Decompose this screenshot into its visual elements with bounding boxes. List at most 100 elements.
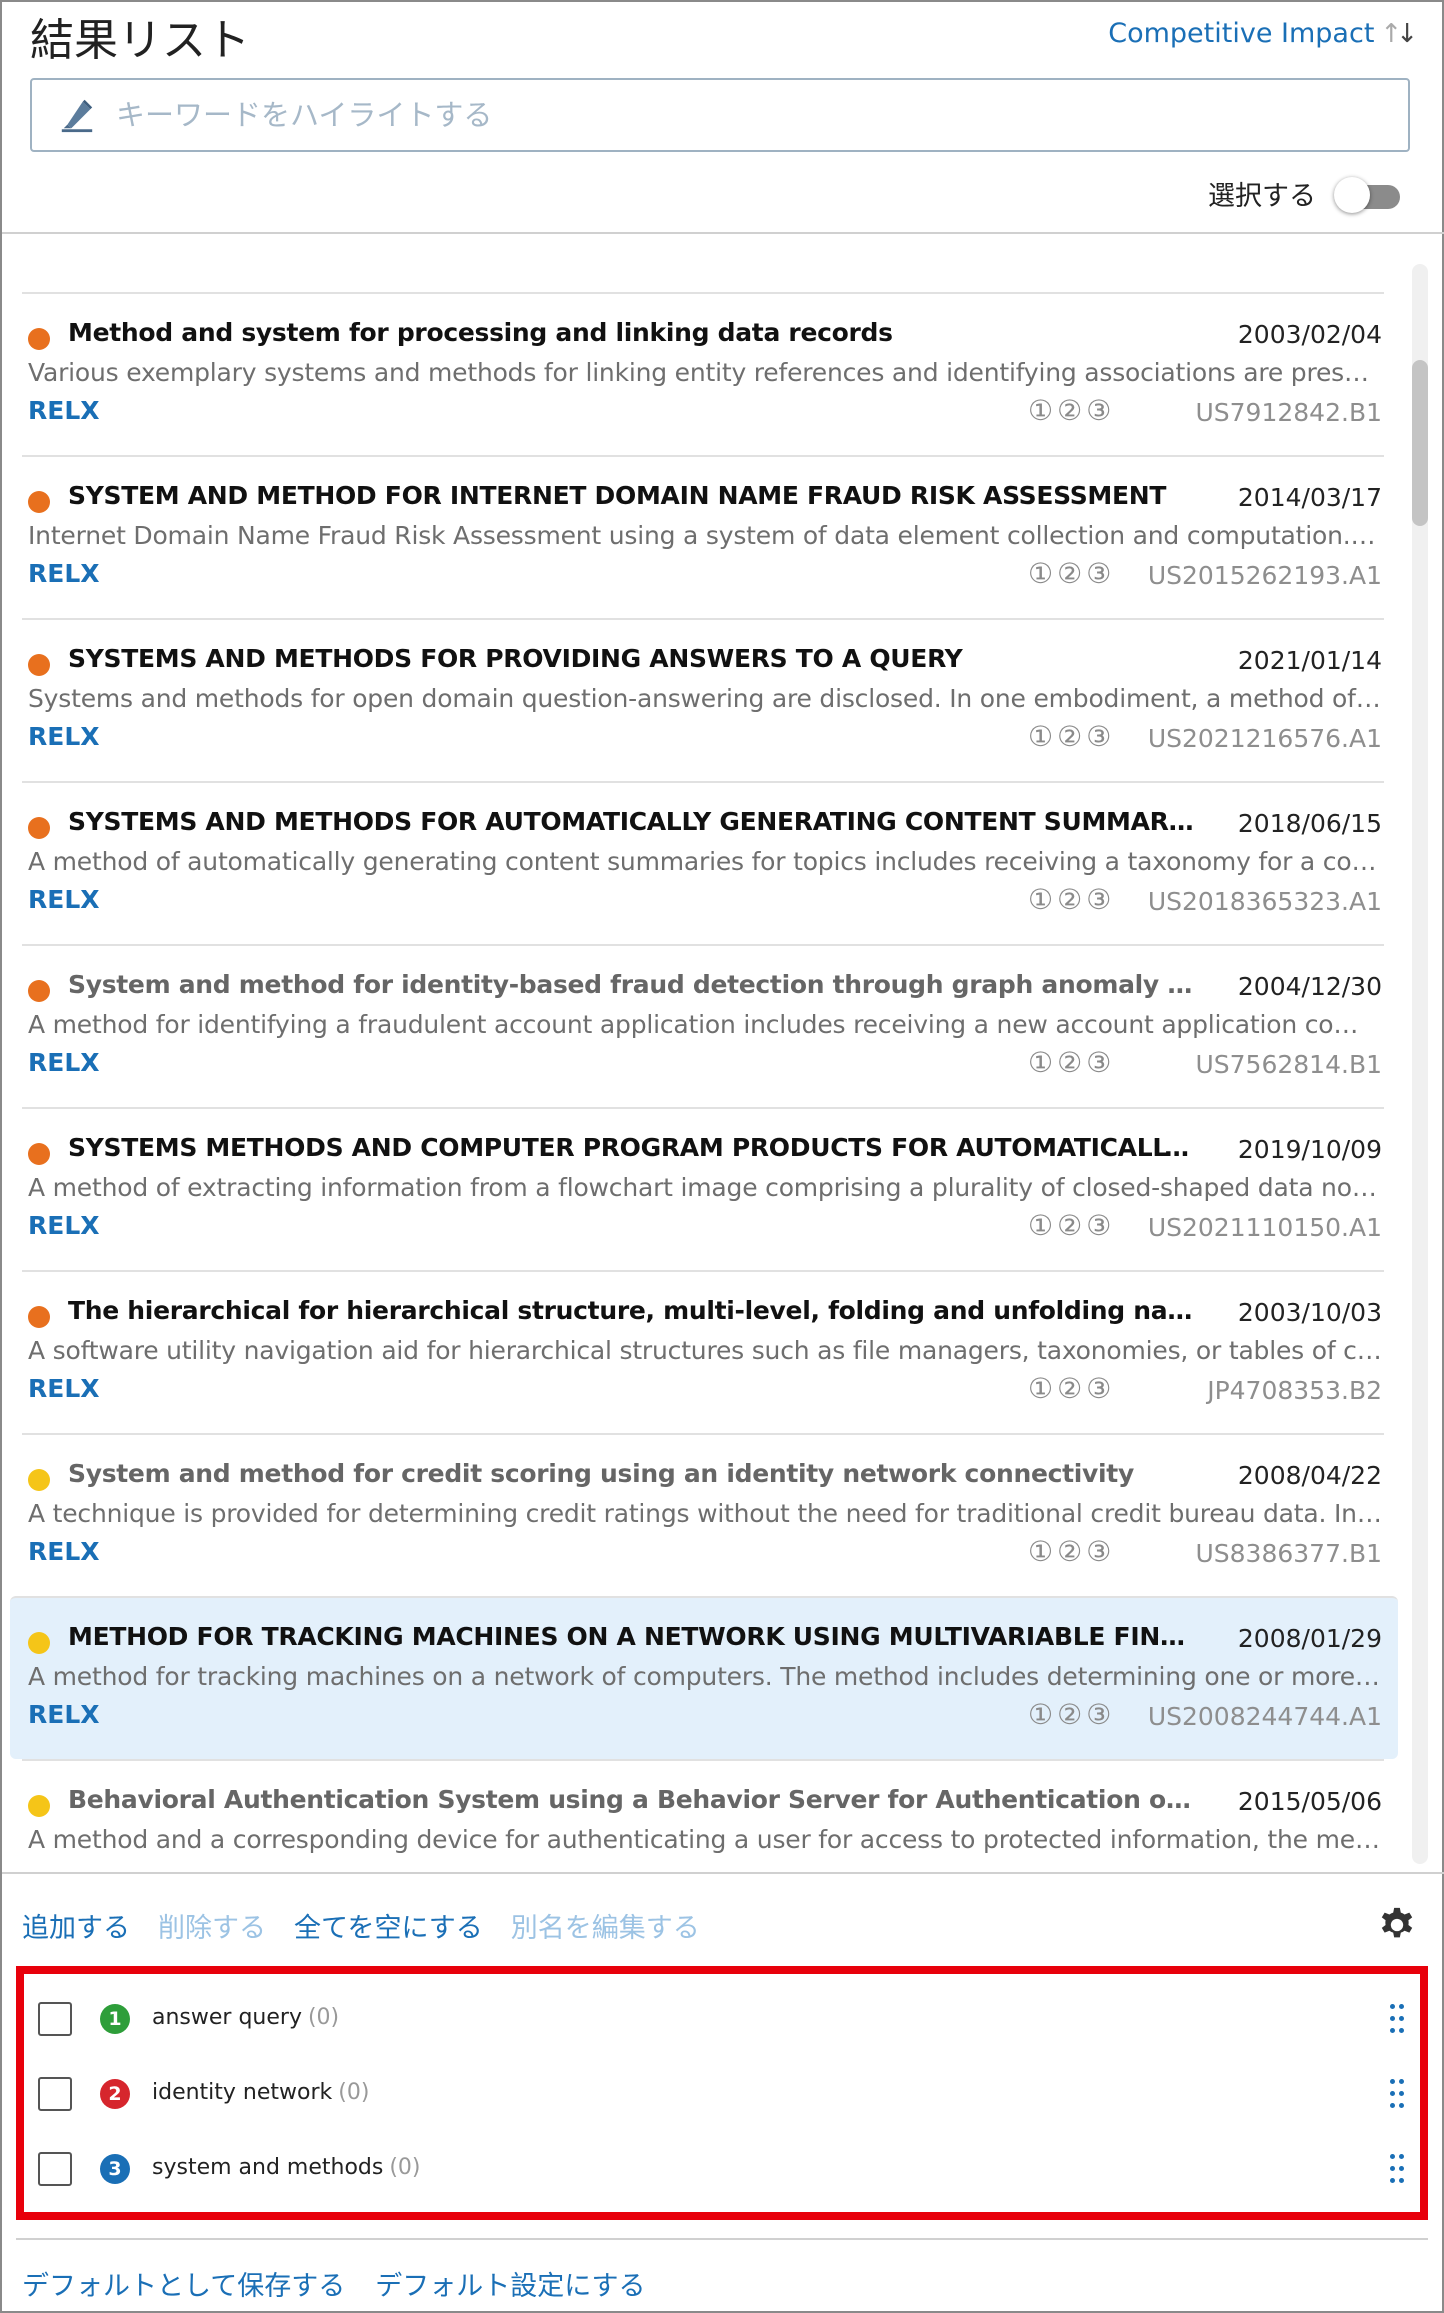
keyword-markers: ①②③ bbox=[1028, 883, 1116, 916]
result-title[interactable]: SYSTEM AND METHOD FOR INTERNET DOMAIN NA… bbox=[68, 481, 1198, 510]
drag-handle-icon[interactable] bbox=[1390, 2154, 1406, 2184]
result-row[interactable]: System and method for identity-based fra… bbox=[22, 944, 1384, 1107]
drag-handle-icon[interactable] bbox=[1390, 2004, 1406, 2034]
publication-number: US7562814.B1 bbox=[1195, 1050, 1382, 1079]
keyword-number-badge: 1 bbox=[100, 2004, 130, 2034]
keyword-number-badge: 2 bbox=[100, 2079, 130, 2109]
impact-dot-icon bbox=[28, 1143, 50, 1165]
result-row-content: Method and system for processing and lin… bbox=[28, 294, 1382, 457]
keyword-list: 1 answer query (0) 2 identity network (0) … bbox=[16, 1966, 1428, 2220]
keyword-label: identity network (0) bbox=[152, 2080, 369, 2105]
result-row-content: SYSTEM AND METHOD FOR INTERNET DOMAIN NA… bbox=[28, 457, 1382, 620]
publication-number: US8386377.B1 bbox=[1195, 1539, 1382, 1568]
impact-dot-icon bbox=[28, 1795, 50, 1817]
keyword-markers: ①②③ bbox=[1028, 557, 1116, 590]
delete-keyword-button[interactable]: 削除する bbox=[158, 1906, 266, 1945]
gear-icon[interactable] bbox=[1378, 1906, 1416, 1944]
result-title[interactable]: METHOD FOR TRACKING MACHINES ON A NETWOR… bbox=[68, 1622, 1198, 1651]
impact-dot-icon bbox=[28, 980, 50, 1002]
keyword-text: system and methods bbox=[152, 2155, 384, 2180]
publication-number: US2018365323.A1 bbox=[1147, 887, 1382, 916]
list-divider bbox=[2, 1872, 1444, 1874]
keyword-checkbox[interactable] bbox=[38, 2002, 72, 2036]
result-row[interactable]: The hierarchical for hierarchical struct… bbox=[22, 1270, 1384, 1433]
sort-arrows-icon: ↑↓ bbox=[1380, 18, 1418, 49]
result-assignee[interactable]: RELX bbox=[28, 885, 100, 914]
default-actions: デフォルトとして保存する デフォルト設定にする bbox=[22, 2264, 645, 2303]
result-date: 2008/04/22 bbox=[1237, 1461, 1382, 1490]
publication-number: US7912842.B1 bbox=[1195, 398, 1382, 427]
edit-alias-button[interactable]: 別名を編集する bbox=[511, 1906, 700, 1945]
bottom-divider bbox=[16, 2238, 1428, 2240]
result-row-content: SYSTEMS METHODS AND COMPUTER PROGRAM PRO… bbox=[28, 1109, 1382, 1272]
result-assignee[interactable]: RELX bbox=[28, 1048, 100, 1077]
result-date: 2014/03/17 bbox=[1237, 483, 1382, 512]
keyword-highlight-input[interactable] bbox=[116, 98, 1366, 132]
result-assignee[interactable]: RELX bbox=[28, 1374, 100, 1403]
keyword-markers: ①②③ bbox=[1028, 1046, 1116, 1079]
result-title[interactable]: The hierarchical for hierarchical struct… bbox=[68, 1296, 1198, 1325]
result-abstract: Systems and methods for open domain ques… bbox=[28, 684, 1382, 713]
result-assignee[interactable]: RELX bbox=[28, 1700, 100, 1729]
keyword-markers: ①②③ bbox=[1028, 720, 1116, 753]
result-title[interactable]: SYSTEMS METHODS AND COMPUTER PROGRAM PRO… bbox=[68, 1133, 1198, 1162]
drag-handle-icon[interactable] bbox=[1390, 2079, 1406, 2109]
result-assignee[interactable]: RELX bbox=[28, 559, 100, 588]
result-abstract: A method and a corresponding device for … bbox=[28, 1825, 1382, 1854]
result-row[interactable]: SYSTEMS AND METHODS FOR PROVIDING ANSWER… bbox=[22, 618, 1384, 781]
result-row[interactable]: SYSTEMS METHODS AND COMPUTER PROGRAM PRO… bbox=[22, 1107, 1384, 1270]
result-title[interactable]: SYSTEMS AND METHODS FOR AUTOMATICALLY GE… bbox=[68, 807, 1198, 836]
result-abstract: A technique is provided for determining … bbox=[28, 1499, 1382, 1528]
result-title[interactable]: System and method for credit scoring usi… bbox=[68, 1459, 1198, 1488]
result-date: 2021/01/14 bbox=[1237, 646, 1382, 675]
result-abstract: Various exemplary systems and methods fo… bbox=[28, 358, 1382, 387]
result-row-content: Behavioral Authentication System using a… bbox=[28, 1761, 1382, 1872]
result-row[interactable]: METHOD FOR TRACKING MACHINES ON A NETWOR… bbox=[10, 1596, 1398, 1759]
result-row[interactable]: Behavioral Authentication System using a… bbox=[22, 1759, 1384, 1872]
impact-dot-icon bbox=[28, 328, 50, 350]
result-title[interactable]: SYSTEMS AND METHODS FOR PROVIDING ANSWER… bbox=[68, 644, 1198, 673]
result-title[interactable]: System and method for identity-based fra… bbox=[68, 970, 1198, 999]
impact-dot-icon bbox=[28, 654, 50, 676]
result-abstract: A method for tracking machines on a netw… bbox=[28, 1662, 1382, 1691]
result-row[interactable]: SYSTEMS AND METHODS FOR AUTOMATICALLY GE… bbox=[22, 781, 1384, 944]
result-assignee[interactable]: RELX bbox=[28, 1211, 100, 1240]
publication-number: JP4708353.B2 bbox=[1207, 1376, 1382, 1405]
result-row[interactable]: Method and system for processing and lin… bbox=[22, 292, 1384, 455]
keyword-row: 2 identity network (0) bbox=[38, 2065, 1408, 2125]
scrollbar-thumb[interactable] bbox=[1412, 360, 1428, 526]
sort-label: Competitive Impact bbox=[1108, 18, 1375, 49]
results-panel: 結果リスト Competitive Impact ↑↓ 選択する Method … bbox=[0, 0, 1444, 2313]
result-date: 2015/05/06 bbox=[1237, 1787, 1382, 1816]
keyword-checkbox[interactable] bbox=[38, 2077, 72, 2111]
result-abstract: A method of automatically generating con… bbox=[28, 847, 1382, 876]
save-as-default-button[interactable]: デフォルトとして保存する bbox=[22, 2264, 345, 2303]
keyword-label: system and methods (0) bbox=[152, 2155, 421, 2180]
result-row-content: SYSTEMS AND METHODS FOR AUTOMATICALLY GE… bbox=[28, 783, 1382, 946]
reset-to-default-button[interactable]: デフォルト設定にする bbox=[375, 2264, 645, 2303]
result-row-content: System and method for identity-based fra… bbox=[28, 946, 1382, 1109]
results-list: Method and system for processing and lin… bbox=[2, 234, 1444, 1872]
select-mode-toggle[interactable] bbox=[1334, 176, 1400, 213]
keyword-markers: ①②③ bbox=[1028, 1209, 1116, 1242]
result-title[interactable]: Behavioral Authentication System using a… bbox=[68, 1785, 1198, 1814]
result-abstract: A method of extracting information from … bbox=[28, 1173, 1382, 1202]
result-assignee[interactable]: RELX bbox=[28, 396, 100, 425]
keyword-checkbox[interactable] bbox=[38, 2152, 72, 2186]
result-title[interactable]: Method and system for processing and lin… bbox=[68, 318, 1198, 347]
clear-all-button[interactable]: 全てを空にする bbox=[294, 1906, 483, 1945]
add-keyword-button[interactable]: 追加する bbox=[22, 1906, 130, 1945]
keyword-text: identity network bbox=[152, 2080, 333, 2105]
select-mode-label: 選択する bbox=[1208, 181, 1316, 212]
results-scrollbar[interactable] bbox=[1412, 264, 1428, 1864]
result-assignee[interactable]: RELX bbox=[28, 722, 100, 751]
impact-dot-icon bbox=[28, 491, 50, 513]
keyword-label: answer query (0) bbox=[152, 2005, 339, 2030]
result-assignee[interactable]: RELX bbox=[28, 1537, 100, 1566]
sort-button[interactable]: Competitive Impact ↑↓ bbox=[1108, 18, 1418, 49]
result-date: 2004/12/30 bbox=[1237, 972, 1382, 1001]
result-row[interactable]: System and method for credit scoring usi… bbox=[22, 1433, 1384, 1596]
keyword-highlight-field[interactable] bbox=[30, 78, 1410, 152]
result-row[interactable]: SYSTEM AND METHOD FOR INTERNET DOMAIN NA… bbox=[22, 455, 1384, 618]
result-abstract: A software utility navigation aid for hi… bbox=[28, 1336, 1382, 1365]
